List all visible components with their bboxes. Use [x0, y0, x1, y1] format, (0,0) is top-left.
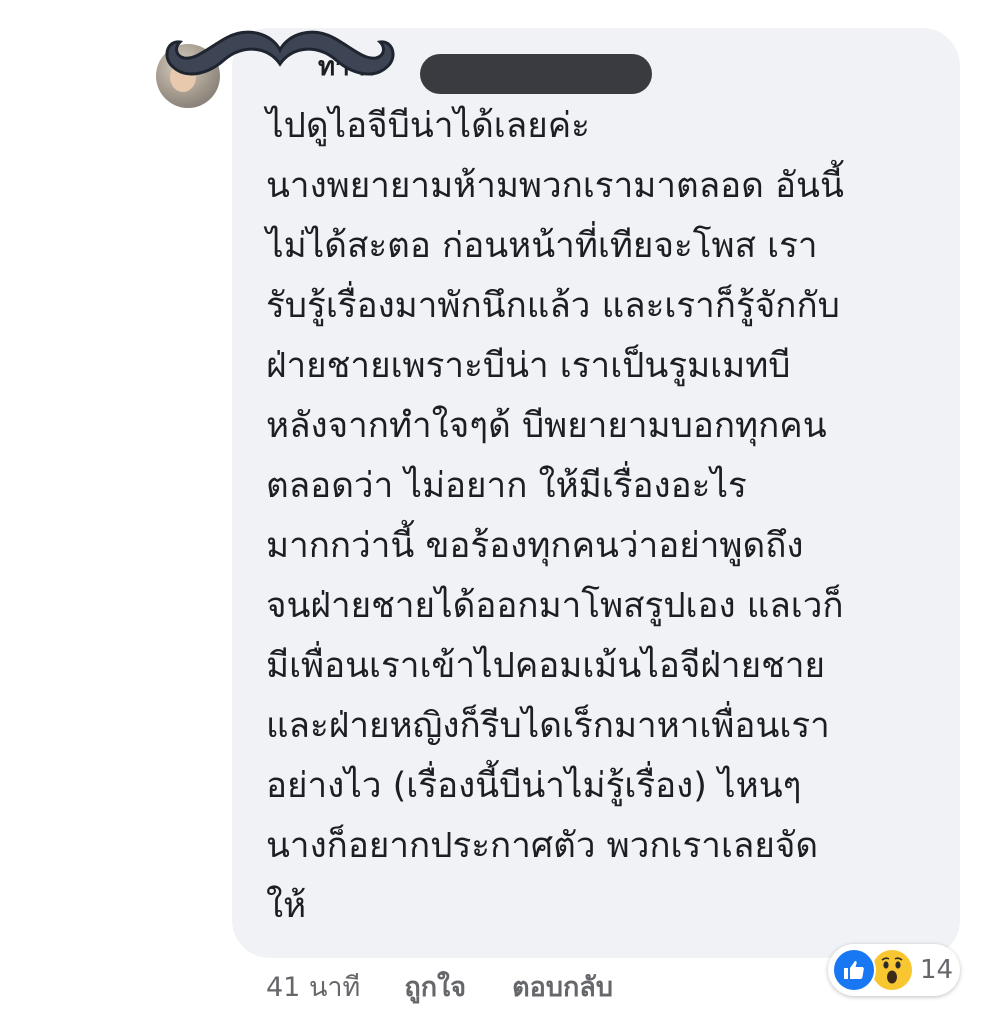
comment-line: รับรู้เรื่องมาพักนึกแล้ว และเราก็รู้จักก… [266, 286, 840, 326]
comment-line: อย่างไว (เรื่องนี้บีน่าไม่รู้เรื่อง) ไหน… [266, 766, 802, 806]
comment-line: จนฝ่ายชายได้ออกมาโพสรูปเอง แลเวก็ [266, 586, 844, 626]
like-icon [832, 948, 876, 992]
comment-line: นางก็อยากประกาศตัว พวกเราเลยจัด [266, 826, 819, 866]
comment-timestamp[interactable]: 41 นาที [266, 965, 360, 1008]
comment-line: ตลอดว่า ไม่อยาก ให้มีเรื่องอะไร [266, 466, 747, 506]
comment-line: นางพยายามห้ามพวกเรามาตลอด อันนี้ [266, 166, 844, 206]
comment-line: ให้ [266, 886, 307, 926]
comment-line: ไปดูไอจีบีน่าได้เลยค่ะ [266, 106, 590, 146]
wow-icon [870, 948, 914, 992]
reaction-count: 14 [920, 955, 954, 985]
comment-line: มากกว่านี้ ขอร้องทุกคนว่าอย่าพูดถึง [266, 526, 804, 566]
like-button[interactable]: ถูกใจ [404, 965, 466, 1008]
wow-face-icon [881, 957, 903, 984]
comment-text: ไปดูไอจีบีน่าได้เลยค่ะ นางพยายามห้ามพวกเ… [266, 96, 946, 936]
thumbs-up-icon [844, 961, 864, 979]
comment-line: ฝ่ายชายเพราะบีน่า เราเป็นรูมเมทบี [266, 346, 791, 386]
reply-button[interactable]: ตอบกลับ [512, 965, 613, 1008]
reaction-summary[interactable]: 14 [828, 944, 960, 996]
comment-line: ไม่ได้สะตอ ก่อนหน้าที่เทียจะโพส เรา [266, 226, 818, 266]
comment-footer: 41 นาที ถูกใจ ตอบกลับ [266, 964, 659, 1008]
comment-line: หลังจากทำใจๆด้ บีพยายามบอกทุกคน [266, 406, 827, 446]
redaction-bar [420, 54, 652, 94]
comment-line: มีเพื่อนเราเข้าไปคอมเม้นไอจีฝ่ายชาย [266, 646, 826, 686]
comment-line: และฝ่ายหญิงก็รีบไดเร็กมาหาเพื่อนเรา [266, 706, 830, 746]
